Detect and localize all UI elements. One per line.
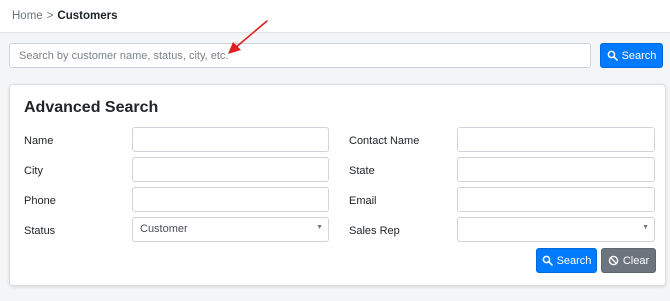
- red-arrow-icon: [228, 20, 268, 54]
- sales-rep-select[interactable]: ▼: [457, 217, 655, 242]
- name-label: Name: [24, 135, 54, 147]
- contact-name-field[interactable]: [457, 127, 655, 152]
- advanced-search-button[interactable]: Search: [536, 248, 597, 273]
- breadcrumb-separator: >: [46, 10, 54, 22]
- city-label: City: [24, 165, 43, 177]
- breadcrumb-current: Customers: [57, 10, 118, 22]
- status-label: Status: [24, 225, 56, 237]
- ban-icon: [608, 255, 619, 266]
- advanced-search-title: Advanced Search: [24, 99, 159, 116]
- breadcrumb-home[interactable]: Home: [12, 10, 43, 22]
- breadcrumb-bar: Home > Customers: [0, 0, 670, 33]
- quick-search-input[interactable]: [9, 43, 591, 68]
- quick-search-button-label: Search: [621, 49, 657, 62]
- advanced-search-button-label: Search: [556, 254, 592, 267]
- clear-button[interactable]: Clear: [601, 248, 656, 273]
- quick-search-button[interactable]: Search: [600, 43, 663, 68]
- chevron-down-icon: ▼: [642, 224, 649, 231]
- search-icon: [607, 50, 618, 61]
- advanced-search-panel: Advanced Search Name Contact Name City S…: [9, 84, 666, 286]
- status-select[interactable]: Customer ▼: [132, 217, 329, 242]
- contact-name-label: Contact Name: [349, 135, 420, 147]
- state-field[interactable]: [457, 157, 655, 182]
- search-icon: [542, 255, 553, 266]
- email-label: Email: [349, 195, 377, 207]
- clear-button-label: Clear: [622, 254, 650, 267]
- phone-field[interactable]: [132, 187, 329, 212]
- city-field[interactable]: [132, 157, 329, 182]
- phone-label: Phone: [24, 195, 56, 207]
- email-field[interactable]: [457, 187, 655, 212]
- state-label: State: [349, 165, 375, 177]
- breadcrumb: Home > Customers: [12, 10, 117, 22]
- status-select-value: Customer: [140, 223, 188, 235]
- chevron-down-icon: ▼: [316, 224, 323, 231]
- sales-rep-label: Sales Rep: [349, 225, 400, 237]
- name-field[interactable]: [132, 127, 329, 152]
